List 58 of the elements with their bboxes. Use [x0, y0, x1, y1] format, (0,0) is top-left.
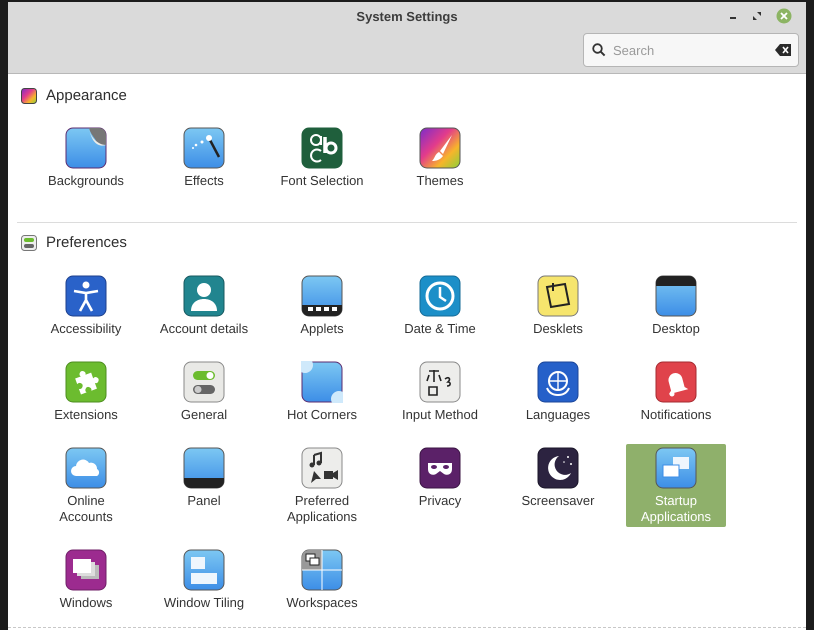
settings-item[interactable]: Languages — [508, 358, 608, 425]
person-icon — [183, 275, 225, 317]
settings-item[interactable]: Screensaver — [508, 444, 608, 511]
paintbrush-icon — [419, 127, 461, 169]
toggles-icon — [21, 235, 37, 251]
settings-item[interactable]: Workspaces — [272, 546, 372, 613]
moon-icon — [537, 447, 579, 489]
globe-icon — [537, 361, 579, 403]
keyboard-characters-icon — [419, 361, 461, 403]
search-icon — [592, 43, 606, 57]
settings-item[interactable]: Panel — [154, 444, 254, 511]
bell-icon — [655, 361, 697, 403]
accessibility-icon — [65, 275, 107, 317]
search-field[interactable]: Search — [583, 33, 799, 67]
settings-item[interactable]: Hot Corners — [272, 358, 372, 425]
settings-item[interactable]: Accessibility — [36, 272, 136, 339]
puzzle-icon — [65, 361, 107, 403]
media-icon — [301, 447, 343, 489]
settings-item[interactable]: Notifications — [626, 358, 726, 425]
settings-item[interactable]: Extensions — [36, 358, 136, 425]
workspaces-icon — [301, 549, 343, 591]
window-title: System Settings — [356, 8, 458, 26]
windows-stack-icon — [65, 549, 107, 591]
backgrounds-icon — [65, 127, 107, 169]
clock-icon — [419, 275, 461, 317]
settings-item[interactable]: Font Selection — [272, 124, 372, 191]
settings-item[interactable]: Windows — [36, 546, 136, 613]
mask-icon — [419, 447, 461, 489]
settings-item[interactable]: Online Accounts — [36, 444, 136, 527]
magic-wand-icon — [183, 127, 225, 169]
section-title: Appearance — [46, 86, 127, 106]
settings-item[interactable]: Applets — [272, 272, 372, 339]
settings-item[interactable]: Privacy — [390, 444, 490, 511]
settings-item[interactable]: Desklets — [508, 272, 608, 339]
settings-item[interactable]: Window Tiling — [154, 546, 254, 613]
restore-icon[interactable] — [752, 11, 762, 21]
font-icon — [301, 127, 343, 169]
settings-item[interactable]: Themes — [390, 124, 490, 191]
settings-item[interactable]: Backgrounds — [36, 124, 136, 191]
windows-icon — [655, 447, 697, 489]
settings-item[interactable]: Date & Time — [390, 272, 490, 339]
clear-icon[interactable] — [775, 44, 791, 56]
tiling-icon — [183, 549, 225, 591]
rainbow-square-icon — [21, 88, 37, 104]
note-icon — [537, 275, 579, 317]
settings-item[interactable]: Account details — [154, 272, 254, 339]
settings-item[interactable]: Preferred Applications — [272, 444, 372, 527]
settings-item[interactable]: General — [154, 358, 254, 425]
settings-item[interactable]: Input Method — [390, 358, 490, 425]
cloud-icon — [65, 447, 107, 489]
applets-icon — [301, 275, 343, 317]
desktop-icon — [655, 275, 697, 317]
settings-item[interactable]: Desktop — [626, 272, 726, 339]
section-title: Preferences — [46, 233, 127, 253]
panel-icon — [183, 447, 225, 489]
toggles-icon — [183, 361, 225, 403]
hot-corners-icon — [301, 361, 343, 403]
settings-item[interactable]: Effects — [154, 124, 254, 191]
